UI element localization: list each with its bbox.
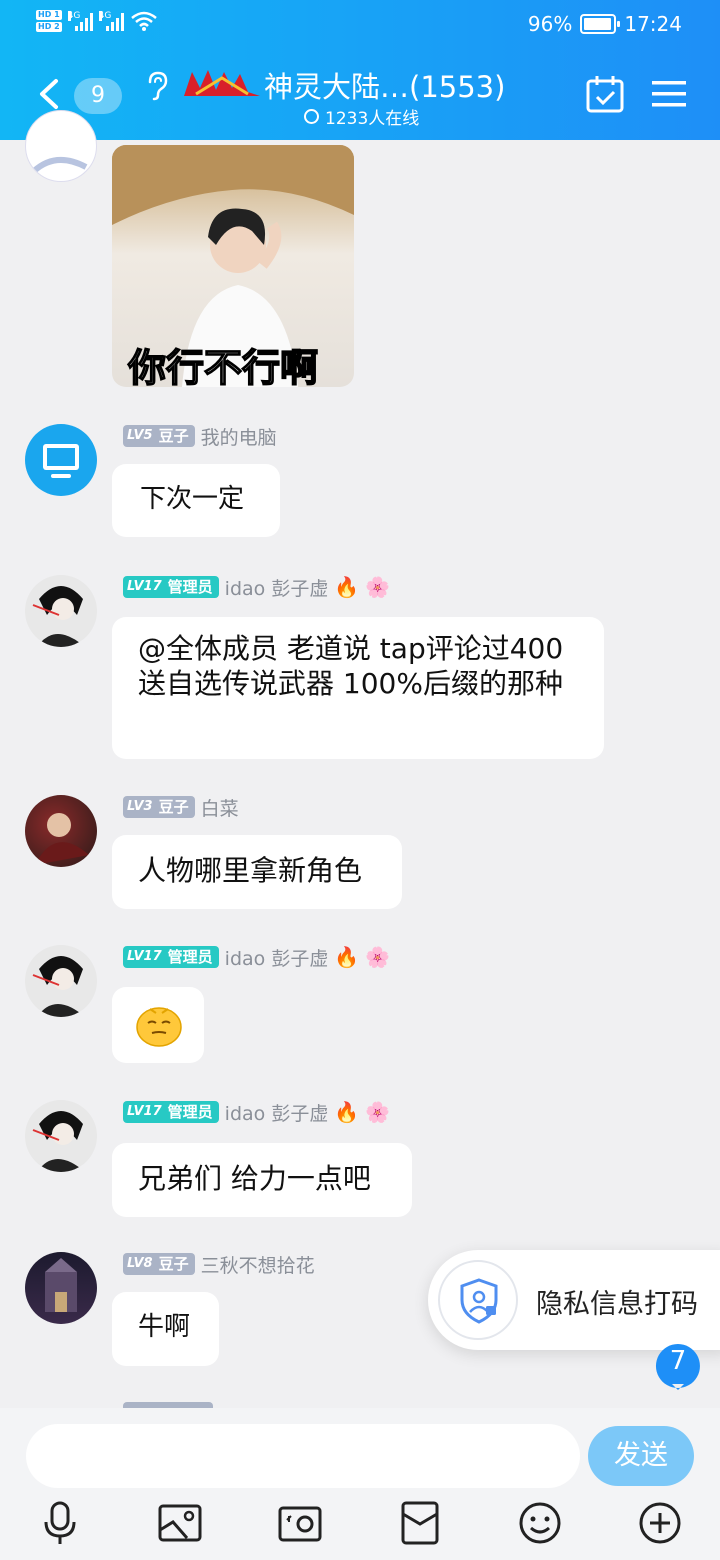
meme-image[interactable]: 你行不行啊 (112, 145, 354, 387)
message-bubble[interactable]: 牛啊 (112, 1292, 219, 1366)
avatar[interactable] (25, 795, 97, 867)
sender-name: 我的电脑 (200, 426, 277, 449)
sender-name: 三秋不想拾花 (200, 1254, 315, 1277)
message-bubble[interactable]: 下次一定 (112, 464, 280, 537)
privacy-mask-label: 隐私信息打码 (536, 1289, 698, 1320)
avatar[interactable] (25, 1100, 97, 1172)
battery-icon (580, 14, 621, 34)
privacy-mask-popup[interactable]: 隐私信息打码 (428, 1250, 720, 1350)
back-arrow-icon[interactable] (36, 78, 62, 110)
ear-icon[interactable] (144, 70, 170, 102)
message-bubble[interactable]: 人物哪里拿新角色 (112, 835, 402, 909)
sender-name: 白菜 (200, 797, 239, 820)
send-button[interactable]: 发送 (588, 1426, 694, 1486)
calendar-check-icon[interactable] (586, 74, 624, 114)
chat-header: 9 神灵大陆…(1553) 1233人在线 (0, 52, 720, 140)
flower-face-icon: 🌸 (365, 1100, 391, 1124)
privacy-shield-icon (438, 1260, 518, 1340)
game-logo-icon (184, 70, 260, 96)
hd-badges: HD 1 HD 2 (36, 10, 62, 32)
camera-icon[interactable] (277, 1500, 323, 1546)
signal-1-icon: 4G (67, 11, 93, 31)
message-image: 你行不行啊 (0, 110, 720, 390)
message-bubble[interactable]: @全体成员 老道说 tap评论过400 送自选传说武器 100%后缀的那种 (112, 617, 604, 759)
sender-name: idao 彭子虚 (224, 1102, 329, 1125)
avatar[interactable] (25, 110, 97, 182)
chevron-down-icon[interactable] (304, 109, 319, 124)
clock: 17:24 (624, 12, 682, 36)
sender-name: idao 彭子虚 (224, 947, 329, 970)
message-bubble[interactable]: 兄弟们 给力一点吧 (112, 1143, 412, 1217)
battery-percent: 96% (527, 12, 573, 36)
avatar[interactable] (25, 575, 97, 647)
message-meta: LV3 豆子 白菜 (123, 795, 239, 820)
input-bar: 发送 (0, 1408, 720, 1560)
level-badge: LV8 豆子 (123, 1253, 195, 1275)
wifi-icon (130, 11, 157, 31)
fire-icon: 🔥 (334, 1100, 360, 1124)
flower-face-icon: 🌸 (365, 945, 391, 969)
picture-icon[interactable] (157, 1500, 203, 1546)
computer-icon (43, 444, 79, 478)
fire-icon: 🔥 (334, 945, 360, 969)
meme-caption: 你行不行啊 (127, 345, 319, 387)
level-badge: LV17 管理员 (123, 946, 219, 968)
menu-icon[interactable] (652, 80, 686, 108)
toolbar (0, 1500, 720, 1550)
flower-face-icon: 🌸 (365, 575, 391, 599)
level-badge: LV5 豆子 (123, 425, 195, 447)
plus-icon[interactable] (637, 1500, 683, 1546)
microphone-icon[interactable] (37, 1500, 83, 1546)
status-bar: HD 1 HD 2 4G 4G 96% 17:24 (0, 0, 720, 52)
level-badge: LV3 豆子 (123, 796, 195, 818)
online-status: 1233人在线 (304, 104, 419, 129)
new-messages-indicator[interactable]: 7 (654, 1342, 702, 1390)
message-meta: LV17 管理员 idao 彭子虚 🔥 🌸 (123, 945, 391, 970)
red-packet-icon[interactable] (397, 1500, 443, 1546)
unread-count-badge[interactable]: 9 (74, 78, 122, 114)
avatar[interactable] (25, 1252, 97, 1324)
message-input[interactable] (26, 1424, 580, 1488)
top-bar: HD 1 HD 2 4G 4G 96% 17:24 9 神灵大陆…(1553) … (0, 0, 720, 140)
message-meta: LV17 管理员 idao 彭子虚 🔥 🌸 (123, 1100, 391, 1125)
level-badge: LV17 管理员 (123, 576, 219, 598)
group-title: 神灵大陆…(1553) (264, 70, 506, 104)
avatar[interactable] (25, 945, 97, 1017)
message-bubble[interactable] (112, 987, 204, 1063)
level-badge: LV17 管理员 (123, 1101, 219, 1123)
sender-name: idao 彭子虚 (224, 577, 329, 600)
fire-icon: 🔥 (334, 575, 360, 599)
message-meta: LV17 管理员 idao 彭子虚 🔥 🌸 (123, 575, 391, 600)
online-count: 1233人在线 (325, 109, 420, 129)
avatar[interactable] (25, 424, 97, 496)
signal-2-icon: 4G (98, 11, 124, 31)
message-meta: LV8 豆子 三秋不想拾花 (123, 1252, 315, 1277)
emoji-icon[interactable] (517, 1500, 563, 1546)
smirk-face-icon (136, 1007, 182, 1047)
message-meta: LV5 豆子 我的电脑 (123, 424, 277, 449)
